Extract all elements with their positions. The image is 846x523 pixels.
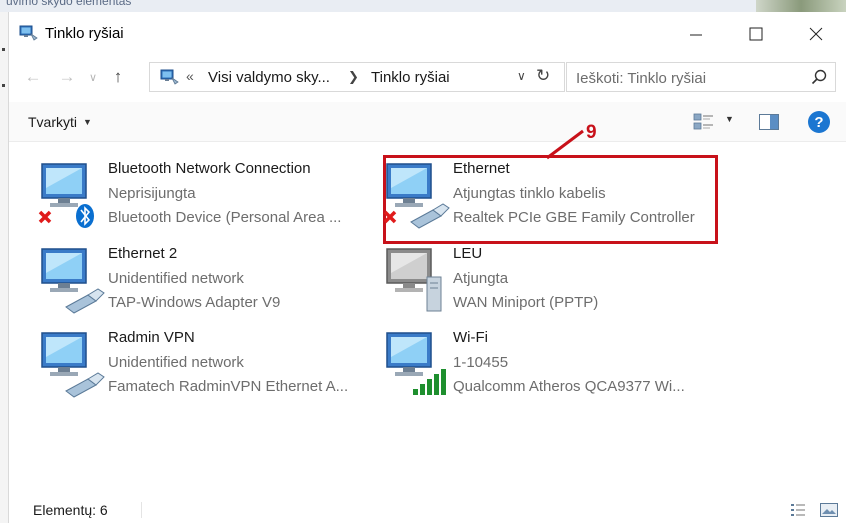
address-toolbar: ← → ∨ ↑ « Visi valdymo sky... ❯ Tinklo r… xyxy=(9,60,846,94)
minimize-icon xyxy=(690,34,702,36)
up-button[interactable]: ↑ xyxy=(107,65,129,89)
connection-name: Ethernet xyxy=(453,160,510,177)
refresh-button[interactable]: ↻ xyxy=(536,66,550,86)
connection-device: Qualcomm Atheros QCA9377 Wi... xyxy=(453,378,685,395)
search-icon[interactable] xyxy=(811,69,827,85)
help-button[interactable]: ? xyxy=(808,111,830,133)
maximize-icon xyxy=(749,27,763,41)
connection-device: Famatech RadminVPN Ethernet A... xyxy=(108,378,349,395)
network-connections-icon xyxy=(19,25,38,41)
connection-status: Unidentified network xyxy=(108,354,244,371)
wifi-connected-icon xyxy=(386,332,446,395)
breadcrumb-separator-icon[interactable]: ❯ xyxy=(348,69,359,85)
connection-status: Unidentified network xyxy=(108,270,244,287)
connection-device: TAP-Windows Adapter V9 xyxy=(108,294,281,311)
tiles-view-button[interactable] xyxy=(820,502,838,518)
background-edge-mark xyxy=(2,48,5,51)
connection-item-radmin-vpn[interactable]: Radmin VPN Unidentified network Famatech… xyxy=(36,327,376,407)
arrow-left-icon: ← xyxy=(24,67,42,86)
connection-device: Realtek PCIe GBE Family Controller xyxy=(453,209,695,226)
connection-item-leu[interactable]: LEU Atjungta WAN Miniport (PPTP) xyxy=(381,243,721,323)
background-window-image xyxy=(756,0,846,12)
command-bar: Tvarkyti ▼ ▼ ? xyxy=(9,102,846,142)
forward-button[interactable]: → xyxy=(55,65,79,89)
chevron-down-icon: ∨ xyxy=(517,69,526,83)
search-box[interactable] xyxy=(566,62,836,92)
background-window-strip: uvimo skydo elementas xyxy=(0,0,846,12)
connection-device: WAN Miniport (PPTP) xyxy=(453,294,599,311)
close-icon xyxy=(809,27,823,41)
connection-name: Bluetooth Network Connection xyxy=(108,160,311,177)
network-cable-unplugged-icon xyxy=(383,163,450,229)
breadcrumb-overflow[interactable]: « xyxy=(186,68,194,84)
background-edge-mark xyxy=(2,84,5,87)
status-divider xyxy=(141,502,142,518)
caret-down-icon: ▼ xyxy=(725,114,734,124)
details-view-button[interactable] xyxy=(790,502,806,518)
connection-item-bluetooth[interactable]: Bluetooth Network Connection Neprisijung… xyxy=(36,158,376,238)
change-view-dropdown[interactable]: ▼ xyxy=(725,114,734,124)
item-count: Elementų: 6 xyxy=(33,502,108,518)
recent-locations-button[interactable]: ∨ xyxy=(85,65,101,89)
connection-status: 1-10455 xyxy=(453,354,509,371)
title-bar[interactable]: Tinklo ryšiai xyxy=(9,12,846,56)
connection-status: Neprisijungta xyxy=(108,185,196,202)
connection-device: Bluetooth Device (Personal Area ... xyxy=(108,209,342,226)
connection-status: Atjungta xyxy=(453,270,509,287)
network-disconnected-icon xyxy=(38,163,94,228)
close-button[interactable] xyxy=(786,12,846,56)
arrow-up-icon: ↑ xyxy=(113,67,123,86)
network-connections-window: Tinklo ryšiai ← → ∨ ↑ « Visi valdymo sky… xyxy=(9,12,846,523)
network-connected-icon xyxy=(41,248,105,314)
connection-status: Atjungtas tinklo kabelis xyxy=(453,185,606,202)
connection-item-ethernet[interactable]: Ethernet Atjungtas tinklo kabelis Realte… xyxy=(381,158,721,238)
background-window-edge xyxy=(0,12,9,523)
network-connected-icon xyxy=(41,332,105,398)
caret-down-icon: ▼ xyxy=(83,117,92,127)
help-icon: ? xyxy=(814,113,824,131)
arrow-right-icon: → xyxy=(58,67,76,86)
status-bar: Elementų: 6 xyxy=(9,496,846,523)
connection-name: LEU xyxy=(453,245,483,262)
vpn-disabled-icon xyxy=(386,248,442,312)
preview-pane-button[interactable] xyxy=(759,114,779,130)
connection-name: Ethernet 2 xyxy=(108,245,178,262)
control-panel-icon xyxy=(160,69,179,85)
breadcrumb-item-network-connections[interactable]: Tinklo ryšiai xyxy=(371,69,450,86)
connection-name: Wi-Fi xyxy=(453,329,488,346)
refresh-icon: ↻ xyxy=(536,66,551,85)
background-window-text: uvimo skydo elementas xyxy=(6,0,132,8)
organize-menu-button[interactable]: Tvarkyti ▼ xyxy=(28,114,92,130)
organize-label: Tvarkyti xyxy=(28,114,77,130)
connection-item-wifi[interactable]: Wi-Fi 1-10455 Qualcomm Atheros QCA9377 W… xyxy=(381,327,721,407)
address-bar[interactable]: « Visi valdymo sky... ❯ Tinklo ryšiai ∨ … xyxy=(149,62,565,92)
breadcrumb-item-control-panel[interactable]: Visi valdymo sky... xyxy=(208,69,330,86)
connection-item-ethernet-2[interactable]: Ethernet 2 Unidentified network TAP-Wind… xyxy=(36,243,376,323)
chevron-down-icon: ∨ xyxy=(88,71,98,84)
minimize-button[interactable] xyxy=(666,12,726,56)
window-title: Tinklo ryšiai xyxy=(45,25,124,42)
search-input[interactable] xyxy=(576,68,796,88)
connection-name: Radmin VPN xyxy=(108,329,195,346)
maximize-button[interactable] xyxy=(726,12,786,56)
address-history-dropdown[interactable]: ∨ xyxy=(517,69,526,83)
back-button[interactable]: ← xyxy=(21,65,45,89)
change-view-button[interactable] xyxy=(693,112,715,132)
annotation-number: 9 xyxy=(586,122,597,143)
